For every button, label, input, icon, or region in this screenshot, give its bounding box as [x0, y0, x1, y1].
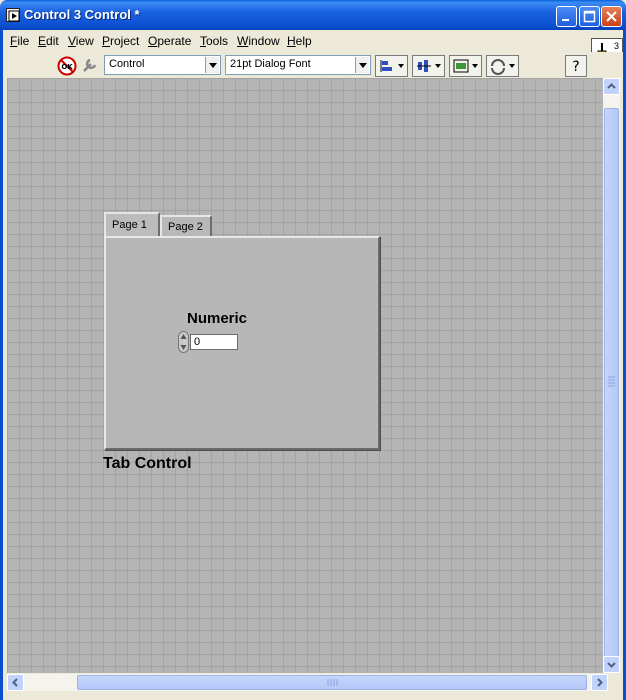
- tab-page-1[interactable]: Page 1: [104, 212, 160, 236]
- window-title: Control 3 Control *: [24, 7, 140, 22]
- menu-project-label: roject: [110, 34, 140, 48]
- scroll-right-button[interactable]: [591, 674, 608, 691]
- control-type-value: Control: [109, 58, 145, 70]
- horizontal-scrollbar[interactable]: [7, 674, 608, 691]
- menu-operate-mnemonic: O: [148, 34, 158, 48]
- menu-help-mnemonic: H: [287, 34, 296, 48]
- increment-decrement-arrows[interactable]: [178, 331, 189, 353]
- distribute-objects-button[interactable]: [412, 55, 445, 77]
- resize-objects-button[interactable]: [449, 55, 482, 77]
- menu-bar: File Edit View Project Operate Tools Win…: [0, 30, 626, 52]
- front-panel-canvas[interactable]: Page 1 Page 2 Numeric 0 Tab Control: [7, 78, 608, 673]
- scroll-down-button[interactable]: [603, 656, 620, 673]
- menu-operate[interactable]: Operate: [148, 34, 191, 48]
- tab-page-2-label: Page 2: [168, 221, 203, 233]
- help-button[interactable]: ?: [565, 55, 587, 77]
- tab-control-panel[interactable]: [104, 236, 380, 450]
- tab-control-label: Tab Control: [103, 455, 192, 472]
- svg-text:?: ?: [572, 59, 579, 75]
- chevron-down-icon: [355, 57, 369, 73]
- menu-window-label: indow: [248, 34, 280, 48]
- menu-window[interactable]: Window: [237, 34, 280, 48]
- menu-tools[interactable]: Tools: [200, 34, 228, 48]
- numeric-input[interactable]: 0: [190, 334, 238, 350]
- front-panel-area: Page 1 Page 2 Numeric 0 Tab Control: [0, 78, 626, 700]
- svg-text:OK: OK: [61, 63, 73, 71]
- menu-edit-label: dit: [46, 34, 59, 48]
- control-type-dropdown[interactable]: Control: [104, 55, 221, 75]
- align-objects-button[interactable]: [375, 55, 408, 77]
- menu-file-label: ile: [17, 34, 30, 48]
- menu-tools-label: ools: [206, 34, 229, 48]
- menu-file[interactable]: File: [10, 34, 29, 48]
- menu-operate-label: perate: [157, 34, 192, 48]
- horizontal-scroll-thumb[interactable]: [77, 675, 587, 690]
- menu-help-label: elp: [295, 34, 312, 48]
- numeric-label: Numeric: [187, 310, 248, 327]
- numeric-value: 0: [194, 336, 201, 348]
- close-button[interactable]: [601, 6, 622, 27]
- reorder-button[interactable]: [486, 55, 519, 77]
- scroll-up-button[interactable]: [603, 78, 620, 95]
- menu-edit[interactable]: Edit: [38, 34, 59, 48]
- menu-view[interactable]: View: [68, 34, 94, 48]
- menu-project-mnemonic: P: [102, 34, 111, 48]
- labview-app-icon[interactable]: [6, 8, 20, 22]
- font-dropdown[interactable]: 21pt Dialog Font: [225, 55, 371, 75]
- tab-page-2[interactable]: Page 2: [160, 215, 212, 236]
- menu-window-mnemonic: W: [237, 34, 249, 48]
- vertical-scrollbar[interactable]: [603, 78, 620, 673]
- vi-icon-number: 3: [613, 41, 619, 51]
- menu-edit-mnemonic: E: [38, 34, 47, 48]
- tab-page-1-label: Page 1: [112, 219, 147, 231]
- bottom-status-strip: [3, 692, 623, 700]
- toolbar: OK Control 21pt Dialog Font ?: [0, 52, 626, 78]
- font-value: 21pt Dialog Font: [230, 58, 311, 70]
- minimize-button[interactable]: [556, 6, 577, 27]
- chevron-down-icon: [205, 57, 219, 73]
- ok-run-icon[interactable]: OK: [57, 56, 77, 76]
- menu-view-label: iew: [75, 34, 94, 48]
- menu-project[interactable]: Project: [102, 34, 139, 48]
- menu-help[interactable]: Help: [287, 34, 312, 48]
- vertical-scroll-thumb[interactable]: [604, 108, 619, 658]
- wrench-icon[interactable]: [81, 56, 99, 74]
- scroll-left-button[interactable]: [7, 674, 24, 691]
- menu-view-mnemonic: V: [68, 34, 76, 48]
- title-bar: Control 3 Control *: [0, 0, 626, 30]
- maximize-button[interactable]: [579, 6, 600, 27]
